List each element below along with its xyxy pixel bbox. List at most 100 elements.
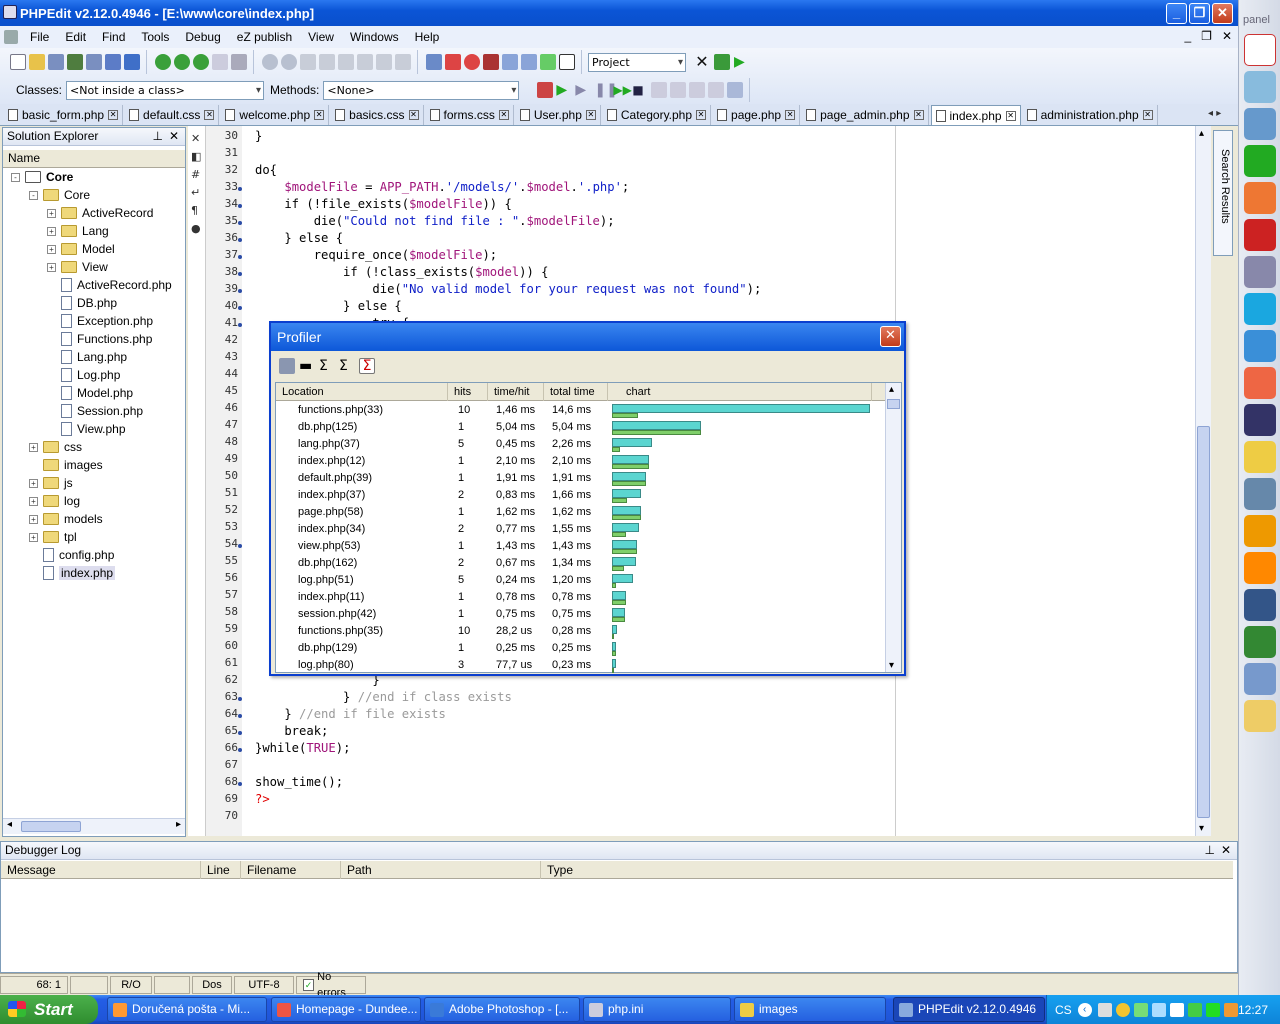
run-to-cursor-icon[interactable] [708, 82, 725, 98]
breakpoint-marker[interactable] [238, 272, 242, 276]
debugger-pin-icon[interactable]: ⊥ [1205, 842, 1215, 859]
breakpoint-marker[interactable] [238, 782, 242, 786]
classes-select[interactable]: <Not inside a class> [66, 80, 265, 100]
close-file-icon[interactable] [105, 54, 121, 70]
language-indicator[interactable]: CS [1055, 1003, 1072, 1017]
sum-total-icon[interactable]: Σ [359, 358, 375, 374]
col-total-time[interactable]: total time [544, 383, 608, 401]
preview-icon[interactable] [212, 54, 228, 70]
expander-icon[interactable]: + [47, 262, 56, 272]
breakpoint-marker[interactable] [238, 731, 242, 735]
close-doc-icon[interactable]: ✕ [191, 130, 201, 148]
search-results-tab[interactable]: Search Results [1213, 130, 1233, 256]
close-window-button[interactable]: ✕ [1212, 3, 1233, 24]
menu-debug[interactable]: Debug [177, 27, 228, 47]
fast-run-icon[interactable]: ▶▶ [613, 82, 631, 98]
tree-folder[interactable]: images [29, 456, 103, 474]
window-icon[interactable] [124, 54, 140, 70]
mdi-minimize-button[interactable]: _ [1184, 29, 1191, 43]
close-panel-icon[interactable]: ✕ [169, 128, 179, 145]
profiler-row[interactable]: db.php(162) 2 0,67 ms 1,34 ms [276, 555, 885, 572]
doc-menu-icon[interactable] [4, 30, 18, 44]
clock[interactable]: 12:27 [1238, 1003, 1268, 1017]
maximize-button[interactable]: ❐ [1189, 3, 1210, 24]
taskbar-button[interactable]: PHPEdit v2.12.0.4946 [893, 997, 1045, 1022]
open-folder-icon[interactable] [29, 54, 45, 70]
menu-tools[interactable]: Tools [133, 27, 177, 47]
print-icon[interactable] [279, 358, 295, 374]
col-line[interactable]: Line [201, 861, 241, 879]
lock-icon[interactable]: ● [191, 220, 201, 238]
back-icon[interactable] [262, 54, 278, 70]
step-out-icon[interactable] [689, 82, 706, 98]
download-icon[interactable] [1187, 1002, 1202, 1017]
tray-expand-icon[interactable]: ‹ [1077, 1002, 1092, 1017]
methods-select[interactable]: <None> [323, 80, 520, 100]
editor-vscroll[interactable]: ▴ ▾ [1195, 126, 1211, 836]
expander-icon[interactable]: + [29, 532, 38, 542]
floppy-icon[interactable] [1244, 404, 1276, 436]
tree-folder[interactable]: + js [29, 474, 73, 492]
tab-scroll-arrows[interactable]: ◂ ▸ [1208, 108, 1221, 119]
tree-folder[interactable]: + View [47, 258, 108, 276]
tree-file[interactable]: ActiveRecord.php [47, 276, 172, 294]
profiler-row[interactable]: page.php(58) 1 1,62 ms 1,62 ms [276, 504, 885, 521]
new-file-icon[interactable] [10, 54, 26, 70]
col-location[interactable]: Location [276, 383, 448, 401]
col-path[interactable]: Path [341, 861, 541, 879]
tree-file[interactable]: Exception.php [47, 312, 153, 330]
refresh-icon[interactable] [193, 54, 209, 70]
close-tab-icon[interactable]: ✕ [585, 110, 596, 120]
menu-find[interactable]: Find [94, 27, 133, 47]
tab-page-php[interactable]: page.php ✕ [713, 105, 801, 125]
messenger-icon[interactable] [1169, 1002, 1184, 1017]
tree-file[interactable]: config.php [29, 546, 114, 564]
clock-icon[interactable] [1244, 700, 1276, 732]
profiler-row[interactable]: view.php(53) 1 1,43 ms 1,43 ms [276, 538, 885, 555]
firefox-icon[interactable] [1244, 182, 1276, 214]
pen-icon[interactable] [1244, 71, 1276, 103]
debug-settings-icon[interactable] [537, 82, 554, 98]
layout-icon[interactable] [502, 54, 518, 70]
close-tab-icon[interactable]: ✕ [1005, 110, 1016, 121]
security-icon[interactable] [1133, 1002, 1148, 1017]
tree-folder[interactable]: - Core [11, 168, 73, 186]
col-message[interactable]: Message [1, 861, 201, 879]
outdent-icon[interactable] [395, 54, 411, 70]
indent-icon[interactable] [376, 54, 392, 70]
taskbar-button[interactable]: Homepage - Dundee... [271, 997, 421, 1022]
tree-file[interactable]: Log.php [47, 366, 120, 384]
tab-basics-css[interactable]: basics.css ✕ [331, 105, 424, 125]
profiler-vscroll-thumb[interactable] [887, 399, 900, 409]
breakpoint-marker[interactable] [238, 238, 242, 242]
tab-default-css[interactable]: default.css ✕ [125, 105, 220, 125]
close-tab-icon[interactable]: ✕ [108, 110, 119, 120]
tree-file[interactable]: Session.php [47, 402, 143, 420]
eye-icon[interactable] [1244, 626, 1276, 658]
breakpoint-marker[interactable] [238, 289, 242, 293]
profiler-row[interactable]: log.php(51) 5 0,24 ms 1,20 ms [276, 572, 885, 589]
stop-icon[interactable]: ■ [632, 82, 648, 98]
profiler-row[interactable]: lang.php(37) 5 0,45 ms 2,26 ms [276, 436, 885, 453]
pause-icon[interactable]: ❚❚ [594, 82, 617, 98]
taskbar-button[interactable]: php.ini [583, 997, 731, 1022]
breakpoint-marker[interactable] [238, 306, 242, 310]
tab-administration-php[interactable]: administration.php ✕ [1023, 105, 1158, 125]
tree-file[interactable]: index.php [29, 564, 116, 582]
close-tab-icon[interactable]: ✕ [913, 110, 924, 120]
taskbar-button[interactable]: Doručená pošta - Mi... [107, 997, 267, 1022]
close-tab-icon[interactable]: ✕ [204, 110, 215, 120]
line-numbers-toggle-icon[interactable]: # [191, 166, 201, 184]
tab-forms-css[interactable]: forms.css ✕ [426, 105, 514, 125]
sum-hits-icon[interactable]: Σ [319, 358, 335, 374]
expander-icon[interactable]: + [47, 244, 56, 254]
debug-run-icon[interactable]: ▶ [556, 82, 572, 98]
menu-ez-publish[interactable]: eZ publish [229, 27, 300, 47]
tree-column-header[interactable]: Name [3, 150, 185, 168]
volume-icon[interactable] [1223, 1002, 1238, 1017]
profiler-row[interactable]: index.php(11) 1 0,78 ms 0,78 ms [276, 589, 885, 606]
tab-basic_form-php[interactable]: basic_form.php ✕ [4, 105, 124, 125]
checkmark-icon[interactable] [1244, 367, 1276, 399]
profiler-row[interactable]: functions.php(35) 10 28,2 us 0,28 ms [276, 623, 885, 640]
spellcheck-icon[interactable] [540, 54, 556, 70]
